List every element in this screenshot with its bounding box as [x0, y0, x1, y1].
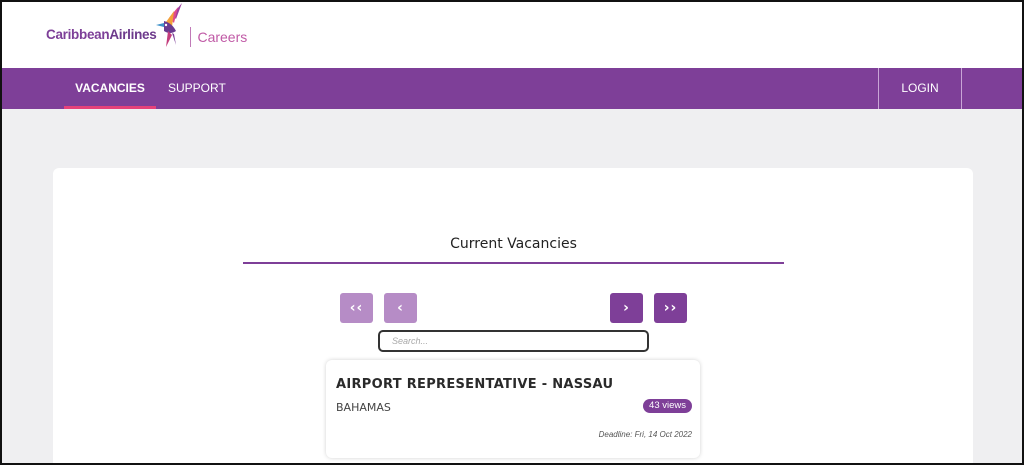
logo-careers-label: Careers: [197, 29, 248, 45]
main-navbar: VACANCIES SUPPORT LOGIN: [2, 68, 1022, 109]
vacancies-panel: Current Vacancies ‹‹ ‹ › ›› AIRPORT REPR…: [53, 168, 973, 463]
site-header: CaribbeanAirlines Careers: [2, 2, 1022, 68]
page-title: Current Vacancies: [450, 236, 577, 252]
search-input[interactable]: [378, 330, 649, 352]
logo-word-caribbean: Caribbean: [46, 26, 110, 42]
chevron-right-icon: ›: [623, 300, 630, 316]
nav-item-vacancies[interactable]: VACANCIES: [64, 68, 156, 109]
nav-divider: [961, 68, 962, 109]
double-chevron-right-icon: ››: [663, 300, 678, 316]
job-country: BAHAMAS: [336, 401, 391, 414]
logo-separator: [190, 27, 192, 47]
first-page-button[interactable]: ‹‹: [340, 293, 373, 323]
job-deadline: Deadline: Fri, 14 Oct 2022: [598, 430, 692, 439]
prev-page-button[interactable]: ‹: [384, 293, 417, 323]
logo-wordmark: CaribbeanAirlines: [46, 26, 157, 42]
login-button[interactable]: LOGIN: [879, 68, 961, 109]
views-badge: 43 views: [643, 399, 692, 413]
nav-item-support[interactable]: SUPPORT: [168, 68, 226, 109]
page-frame: CaribbeanAirlines Careers VACANCIES SUPP…: [0, 0, 1024, 465]
site-logo[interactable]: CaribbeanAirlines Careers: [46, 3, 248, 60]
double-chevron-left-icon: ‹‹: [349, 300, 364, 316]
hummingbird-icon: [156, 3, 183, 47]
logo-word-airlines: Airlines: [109, 26, 157, 42]
chevron-left-icon: ‹: [397, 300, 404, 316]
last-page-button[interactable]: ››: [654, 293, 687, 323]
job-card[interactable]: AIRPORT REPRESENTATIVE - NASSAU BAHAMAS …: [326, 360, 700, 458]
next-page-button[interactable]: ›: [610, 293, 643, 323]
title-underline: [243, 262, 784, 264]
job-title[interactable]: AIRPORT REPRESENTATIVE - NASSAU: [336, 377, 613, 392]
